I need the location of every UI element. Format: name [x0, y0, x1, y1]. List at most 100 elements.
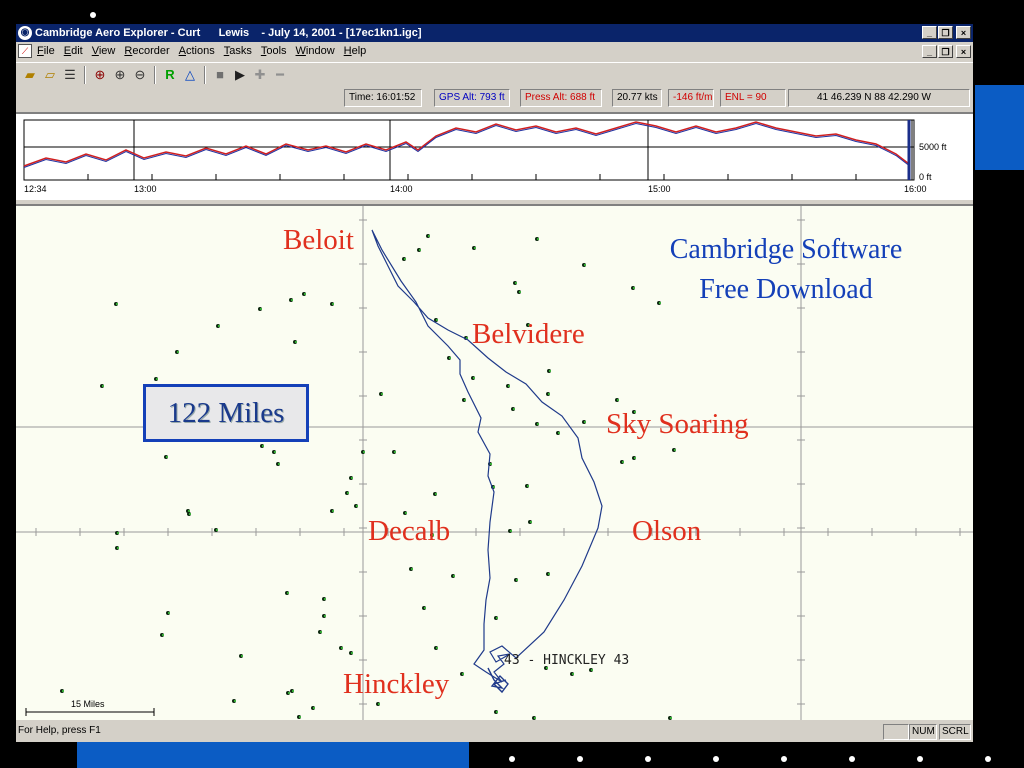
turnpoint-highlight [548, 393, 550, 395]
turnpoint-highlight [473, 377, 475, 379]
turnpoint-highlight [519, 291, 521, 293]
turnpoint-highlight [287, 592, 289, 594]
turnpoint-highlight [496, 617, 498, 619]
turnpoint-highlight [234, 700, 236, 702]
document-icon[interactable]: ⟋ [18, 44, 32, 58]
menu-recorder[interactable]: Recorder [124, 45, 169, 57]
tree-icon[interactable]: ☰ [60, 65, 80, 85]
turnpoint-highlight [435, 493, 437, 495]
turnpoint-highlight [62, 690, 64, 692]
turnpoint-highlight [634, 457, 636, 459]
distance-box: 122 Miles [143, 384, 309, 442]
turnpoint-highlight [241, 655, 243, 657]
maximize-button[interactable]: ❐ [938, 26, 953, 39]
turnpoint-highlight [617, 399, 619, 401]
turnpoint-highlight [490, 463, 492, 465]
bullet-dot [849, 756, 855, 762]
doc-close-button[interactable]: × [956, 45, 971, 58]
flight-map[interactable]: Beloit Belvidere Sky Soaring Decalb Olso… [16, 204, 973, 720]
turnpoint-highlight [117, 532, 119, 534]
altitude-profile[interactable]: 12:34 13:00 14:00 15:00 16:00 5000 ft 0 … [16, 112, 973, 200]
doc-minimize-button[interactable]: _ [922, 45, 937, 58]
bullet-dot [90, 12, 96, 18]
scroll-lock-indicator: SCRL [939, 724, 971, 740]
toolbar-separator [204, 65, 206, 84]
turnpoint-highlight [411, 568, 413, 570]
zoom-in-icon[interactable]: ⊕ [110, 65, 130, 85]
menu-window[interactable]: Window [296, 45, 335, 57]
turnpoint-highlight [474, 247, 476, 249]
turnpoint-highlight [548, 573, 550, 575]
zoom-out-icon[interactable]: ⊖ [130, 65, 150, 85]
turnpoint-highlight [381, 393, 383, 395]
waypoint-tag: 43 - HINCKLEY 43 [504, 653, 630, 668]
alt-label-5000: 5000 ft [919, 142, 947, 152]
menu-help[interactable]: Help [344, 45, 367, 57]
turnpoint-highlight [513, 408, 515, 410]
turnpoint-highlight [313, 707, 315, 709]
bullet-dot [781, 756, 787, 762]
r-tool-icon[interactable]: R [160, 65, 180, 85]
turnpoint-highlight [295, 341, 297, 343]
time-label-1500: 15:00 [648, 184, 671, 194]
turnpoint-highlight [363, 451, 365, 453]
turnpoint-highlight [404, 258, 406, 260]
turnpoint-highlight [299, 716, 301, 718]
doc-restore-button[interactable]: ❐ [938, 45, 953, 58]
add-icon[interactable]: ✚ [250, 65, 270, 85]
blank-indicator [883, 724, 909, 740]
play-icon[interactable]: ▶ [230, 65, 250, 85]
time-label-1600: 16:00 [904, 184, 927, 194]
turnpoint-highlight [591, 669, 593, 671]
turnpoint-highlight [534, 717, 536, 719]
remove-icon[interactable]: ━ [270, 65, 290, 85]
close-button[interactable]: × [956, 26, 971, 39]
menu-tools[interactable]: Tools [261, 45, 287, 57]
flight-status-bar: Time: 16:01:52 GPS Alt: 793 ft Press Alt… [16, 88, 973, 108]
turnpoint-highlight [162, 634, 164, 636]
turnpoint-highlight [436, 319, 438, 321]
menu-view[interactable]: View [92, 45, 116, 57]
turnpoint-highlight [347, 492, 349, 494]
bullet-dot [713, 756, 719, 762]
turnpoint-highlight [188, 510, 190, 512]
turnpoint-highlight [166, 456, 168, 458]
turnpoint-highlight [292, 690, 294, 692]
turnpoint-highlight [424, 607, 426, 609]
stop-icon[interactable]: ■ [210, 65, 230, 85]
triangle-tool-icon[interactable]: △ [180, 65, 200, 85]
turnpoint-highlight [216, 529, 218, 531]
menu-tasks[interactable]: Tasks [224, 45, 252, 57]
menu-edit[interactable]: Edit [64, 45, 83, 57]
turnpoint-highlight [515, 282, 517, 284]
time-readout: Time: 16:01:52 [344, 89, 422, 107]
turnpoint-highlight [537, 423, 539, 425]
profile-ticks [23, 174, 857, 180]
slide-decoration-block [975, 85, 1024, 170]
menu-file[interactable]: File [37, 45, 55, 57]
turnpoint-highlight [670, 717, 672, 719]
bullet-dot [917, 756, 923, 762]
app-logo-icon[interactable]: ◉ [18, 26, 32, 40]
zoom-fit-icon[interactable]: ⊕ [90, 65, 110, 85]
promo-text[interactable]: Cambridge Software Free Download [636, 230, 936, 310]
turnpoint-highlight [291, 299, 293, 301]
minimize-button[interactable]: _ [922, 26, 937, 39]
time-label-1400: 14:00 [390, 184, 413, 194]
turnpoint-highlight [510, 530, 512, 532]
toolbar-separator [84, 65, 86, 84]
turnpoint-highlight [464, 399, 466, 401]
toolbar-separator [154, 65, 156, 84]
title-bar[interactable]: ◉ Cambridge Aero Explorer - Curt Lewis -… [16, 24, 973, 42]
gps-alt-readout: GPS Alt: 793 ft [434, 89, 510, 107]
menu-actions[interactable]: Actions [179, 45, 215, 57]
turnpoint-highlight [378, 703, 380, 705]
turnpoint-highlight [341, 647, 343, 649]
save-folder-icon[interactable]: ▱ [40, 65, 60, 85]
turnpoint-dots [60, 234, 676, 720]
press-alt-trace [23, 121, 910, 167]
window-title: Cambridge Aero Explorer - Curt Lewis - J… [35, 27, 422, 39]
alt-label-0: 0 ft [919, 172, 932, 182]
open-folder-icon[interactable]: ▰ [20, 65, 40, 85]
num-lock-indicator: NUM [909, 724, 937, 740]
